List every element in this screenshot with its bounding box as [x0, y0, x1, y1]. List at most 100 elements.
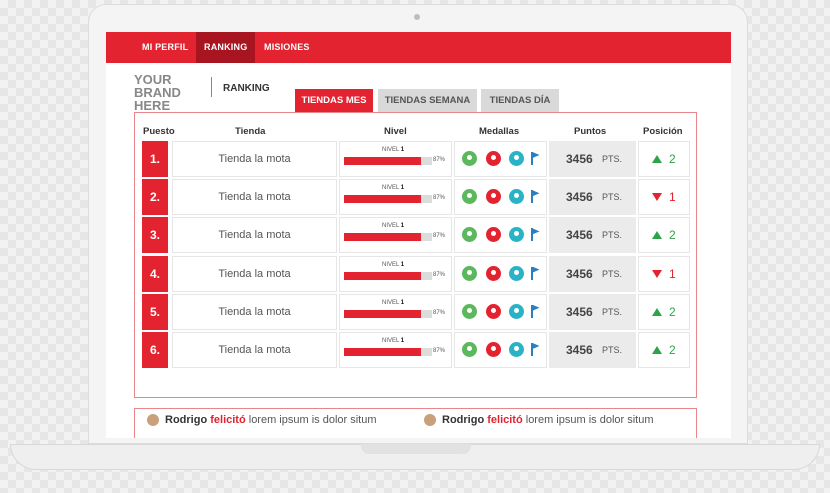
medals-cell — [454, 179, 547, 216]
user-medal-icon[interactable] — [462, 227, 477, 243]
points-unit: PTS. — [602, 230, 623, 241]
flag-icon[interactable] — [531, 304, 539, 318]
level-progress-fill — [344, 233, 421, 242]
user-medal-icon[interactable] — [462, 189, 477, 205]
group-medal-icon[interactable] — [509, 227, 524, 243]
nav-item-misiones[interactable]: MISIONES — [256, 32, 318, 63]
arrow-up-icon — [652, 307, 662, 316]
store-name[interactable]: Tienda la mota — [172, 332, 337, 368]
store-name[interactable]: Tienda la mota — [172, 179, 337, 216]
feed-text: lorem ipsum is dolor situm — [525, 414, 654, 426]
feed-item: Rodrigo felicitó lorem ipsum is dolor si… — [147, 414, 377, 427]
level-cell: NIVEL 1 87% — [339, 141, 452, 177]
level-percent: 87% — [433, 271, 446, 278]
page-title: RANKING — [223, 83, 270, 94]
tab-tiendas-mes[interactable]: TIENDAS MES — [295, 89, 373, 112]
feed-user-name[interactable]: Rodrigo — [442, 414, 484, 426]
app-screen: MI PERFIL RANKING MISIONES YOUR BRAND HE… — [106, 32, 731, 438]
position-value: 2 — [669, 304, 676, 319]
points-value: 3456 — [566, 343, 593, 357]
column-header-medallas: Medallas — [479, 126, 520, 137]
level-cell: NIVEL 1 87% — [339, 293, 452, 330]
rank-badge: 1. — [142, 141, 168, 177]
group-medal-icon[interactable] — [509, 303, 524, 319]
table-row[interactable]: 5. Tienda la mota NIVEL 1 87% 3456 PTS. 2 — [142, 293, 690, 330]
flag-icon[interactable] — [531, 266, 539, 280]
feed-user-name[interactable]: Rodrigo — [165, 414, 207, 426]
arrow-up-icon — [652, 155, 662, 163]
user-medal-icon[interactable] — [462, 303, 477, 319]
target-medal-icon[interactable] — [486, 342, 501, 357]
store-name[interactable]: Tienda la mota — [172, 141, 337, 177]
level-progress-bar — [344, 233, 432, 242]
level-word: NIVEL — [382, 299, 400, 306]
points-cell: 3456 PTS. — [549, 217, 636, 254]
store-name[interactable]: Tienda la mota — [172, 217, 337, 254]
points-value: 3456 — [566, 152, 593, 166]
column-header-nivel: Nivel — [384, 126, 407, 137]
table-row[interactable]: 1. Tienda la mota NIVEL 1 87% 3456 PTS. 2 — [142, 141, 690, 177]
arrow-up-icon — [652, 346, 662, 354]
level-word: NIVEL — [382, 185, 400, 192]
group-medal-icon[interactable] — [509, 342, 524, 357]
level-label: NIVEL 1 — [382, 185, 404, 191]
points-unit: PTS. — [602, 192, 623, 203]
group-medal-icon[interactable] — [509, 189, 524, 205]
level-label: NIVEL 1 — [382, 223, 404, 229]
position-value: 1 — [669, 266, 676, 281]
medals-cell — [454, 217, 547, 254]
tab-tiendas-dia[interactable]: TIENDAS DÍA — [481, 89, 559, 112]
medals-cell — [454, 255, 547, 292]
table-row[interactable]: 6. Tienda la mota NIVEL 1 87% 3456 PTS. 2 — [142, 332, 690, 368]
table-row[interactable]: 3. Tienda la mota NIVEL 1 87% 3456 PTS. 2 — [142, 217, 690, 254]
table-row[interactable]: 4. Tienda la mota NIVEL 1 87% 3456 PTS. 1 — [142, 255, 690, 292]
store-name[interactable]: Tienda la mota — [172, 255, 337, 292]
feed-verb: felicitó — [210, 414, 246, 426]
target-medal-icon[interactable] — [486, 303, 501, 319]
level-percent: 87% — [433, 309, 446, 316]
brand-logo: YOUR BRAND HERE — [134, 72, 181, 113]
user-medal-icon[interactable] — [462, 265, 477, 281]
level-progress-bar — [344, 157, 432, 165]
store-name[interactable]: Tienda la mota — [172, 293, 337, 330]
position-value: 2 — [669, 152, 676, 166]
activity-feed: Rodrigo felicitó lorem ipsum is dolor si… — [134, 408, 697, 438]
points-unit: PTS. — [602, 306, 623, 317]
level-number: 1 — [400, 299, 405, 306]
level-number: 1 — [400, 185, 405, 192]
level-progress-fill — [344, 157, 421, 165]
target-medal-icon[interactable] — [486, 227, 501, 243]
level-label: NIVEL 1 — [382, 300, 404, 306]
flag-icon[interactable] — [531, 343, 539, 356]
target-medal-icon[interactable] — [486, 189, 501, 205]
level-number: 1 — [400, 147, 405, 153]
flag-icon[interactable] — [531, 152, 539, 165]
level-cell: NIVEL 1 87% — [339, 217, 452, 254]
user-medal-icon[interactable] — [462, 342, 477, 357]
tab-tiendas-semana[interactable]: TIENDAS SEMANA — [378, 89, 477, 112]
medals-cell — [454, 141, 547, 177]
level-word: NIVEL — [382, 223, 400, 230]
points-cell: 3456 PTS. — [549, 332, 636, 368]
arrow-down-icon — [652, 193, 662, 202]
table-row[interactable]: 2. Tienda la mota NIVEL 1 87% 3456 PTS. 1 — [142, 179, 690, 216]
position-cell: 1 — [638, 255, 690, 292]
flag-icon[interactable] — [531, 228, 539, 242]
nav-item-ranking[interactable]: RANKING — [196, 32, 256, 63]
position-cell: 2 — [638, 293, 690, 330]
level-progress-bar — [344, 348, 432, 356]
rank-badge: 6. — [142, 332, 168, 368]
nav-item-mi-perfil[interactable]: MI PERFIL — [134, 32, 196, 63]
level-progress-bar — [344, 271, 432, 280]
user-medal-icon[interactable] — [462, 151, 477, 166]
level-cell: NIVEL 1 87% — [339, 332, 452, 368]
level-label: NIVEL 1 — [382, 262, 404, 268]
group-medal-icon[interactable] — [509, 265, 524, 281]
points-value: 3456 — [566, 304, 593, 319]
level-label: NIVEL 1 — [382, 338, 404, 344]
points-cell: 3456 PTS. — [549, 255, 636, 292]
flag-icon[interactable] — [531, 190, 539, 204]
target-medal-icon[interactable] — [486, 151, 501, 166]
group-medal-icon[interactable] — [509, 151, 524, 166]
target-medal-icon[interactable] — [486, 265, 501, 281]
